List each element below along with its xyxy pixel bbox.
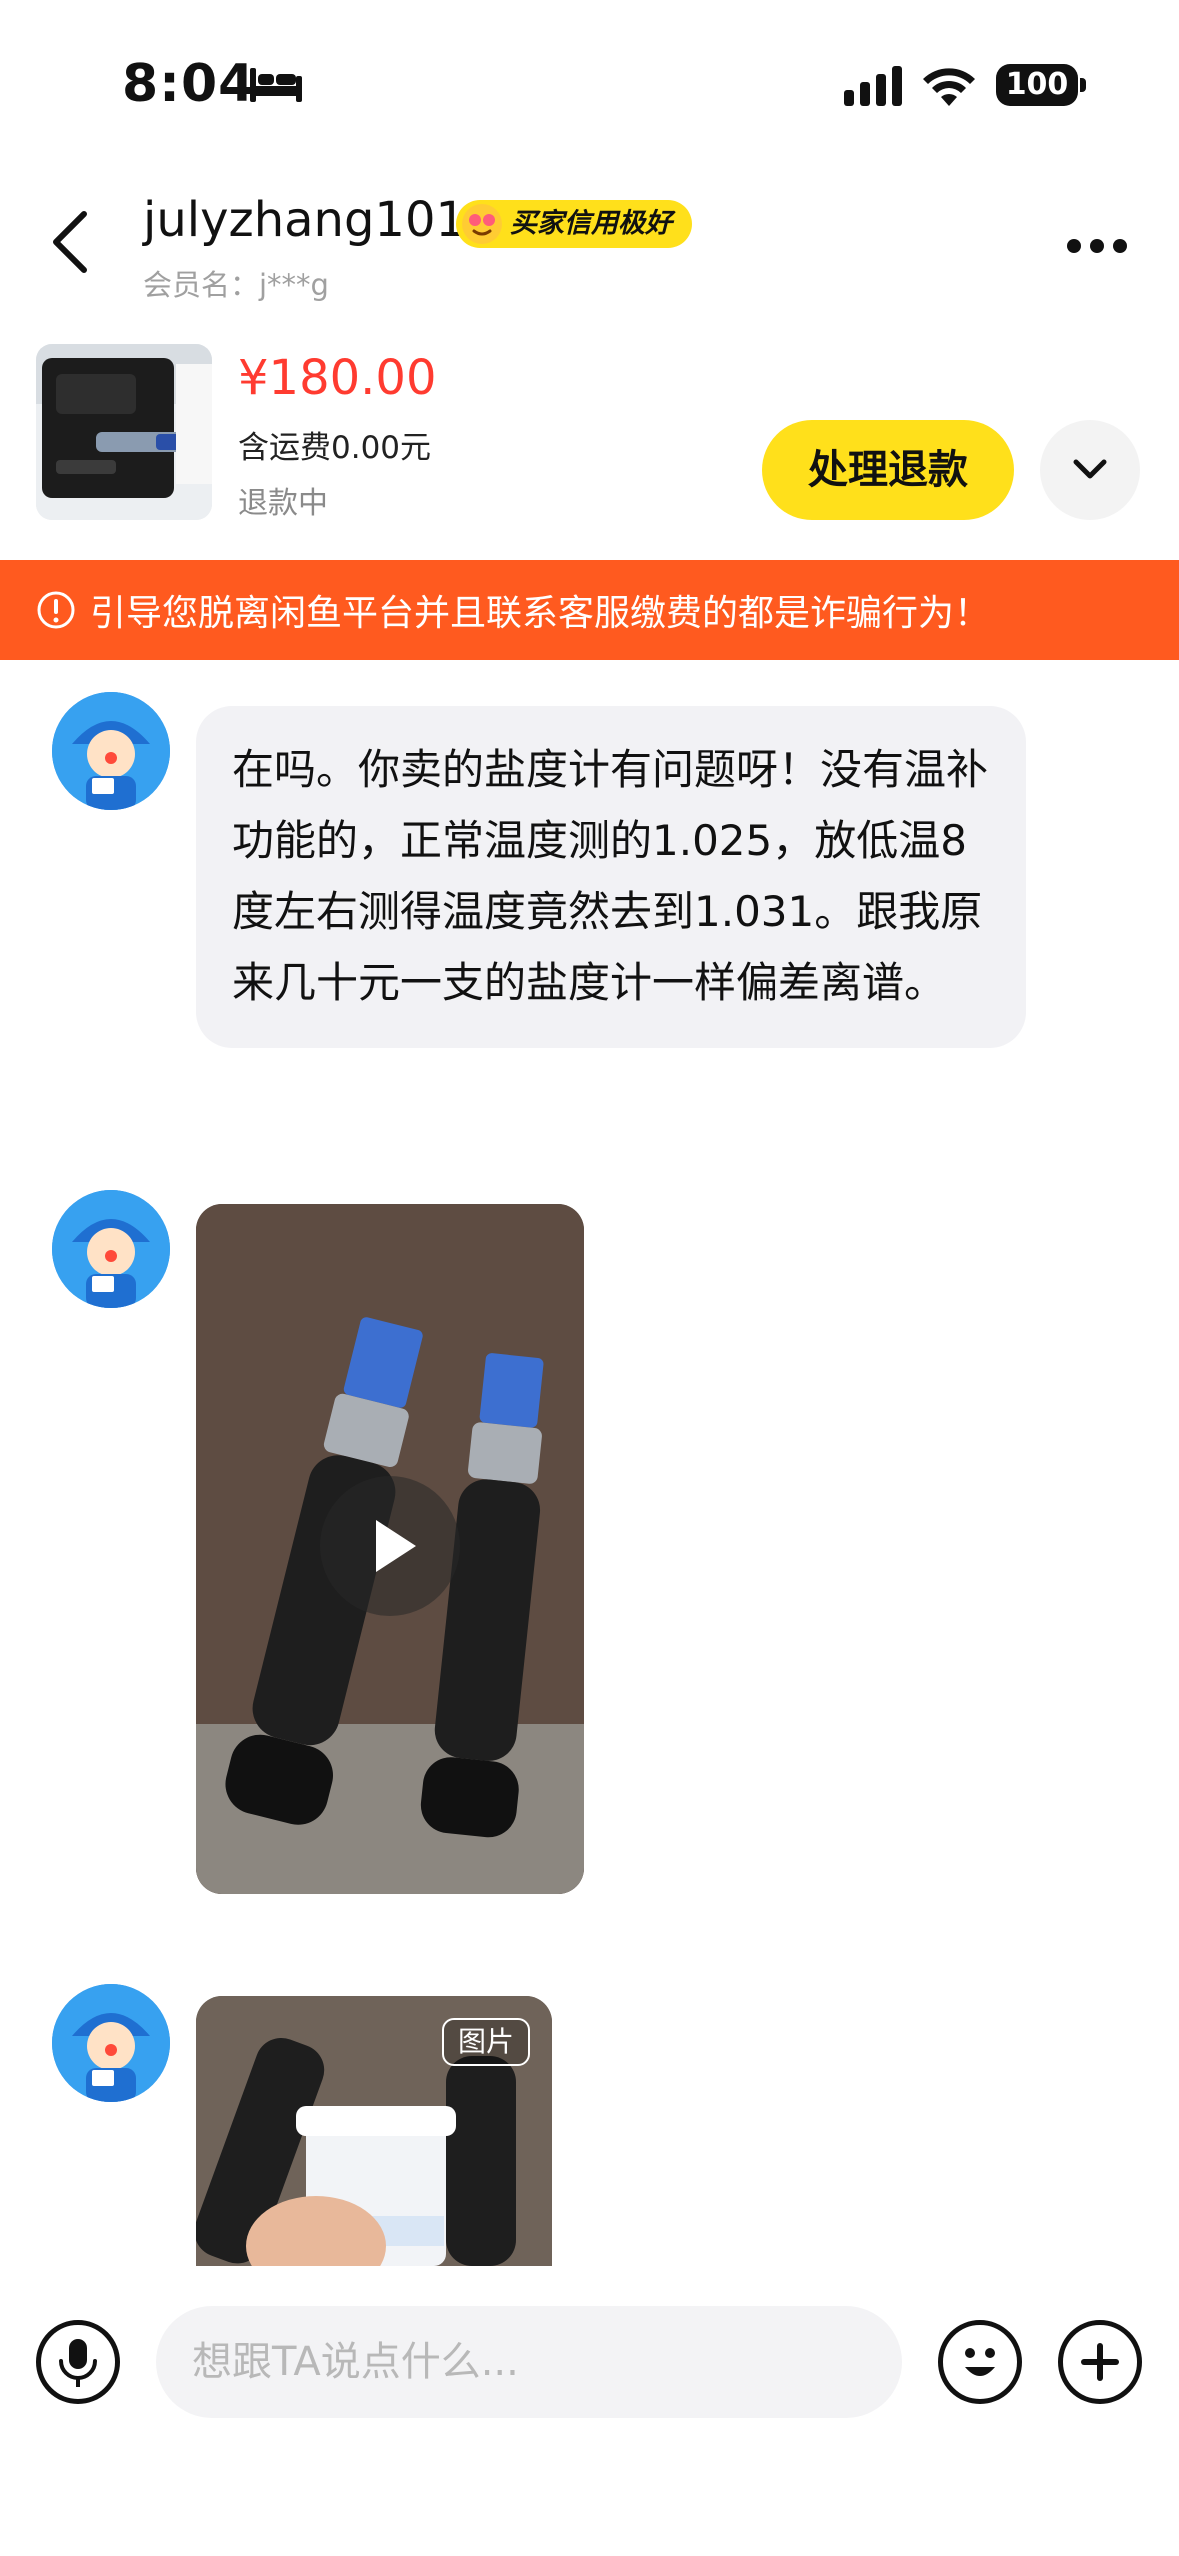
product-thumbnail-image (36, 344, 212, 520)
product-price: ¥180.00 (238, 350, 437, 406)
voice-input-button[interactable] (36, 2320, 120, 2404)
image-message[interactable]: 图片 (196, 1996, 552, 2266)
avatar-image (52, 1190, 170, 1308)
microphone-icon (59, 2339, 97, 2387)
user-name[interactable]: julyzhang101 (143, 192, 466, 248)
avatar-image (52, 692, 170, 810)
message-bubble[interactable]: 在吗。你卖的盐度计有问题呀！没有温补功能的，正常温度测的1.025，放低温8度左… (196, 706, 1026, 1048)
product-card[interactable]: ¥180.00 含运费0.00元 退款中 处理退款 (0, 330, 1179, 530)
avatar-image (52, 1984, 170, 2102)
status-time: 8:04 (122, 54, 256, 114)
emoji-button[interactable] (938, 2320, 1022, 2404)
sender-avatar[interactable] (52, 1190, 170, 1308)
status-bar: 8:04 100 (0, 0, 1179, 150)
plus-icon (1081, 2343, 1119, 2381)
cool-face-icon (462, 204, 502, 244)
expand-order-button[interactable] (1040, 420, 1140, 520)
battery-tip (1080, 78, 1086, 92)
sleep-focus-icon (250, 68, 302, 102)
chat-input-bar (0, 2270, 1179, 2556)
chat-header: julyzhang101 买家信用极好 会员名：j***g (0, 150, 1179, 330)
sender-avatar[interactable] (52, 1984, 170, 2102)
image-tag: 图片 (442, 2018, 531, 2066)
emoji-icon (965, 2348, 995, 2376)
order-status: 退款中 (238, 486, 328, 521)
warning-icon (37, 591, 75, 629)
product-shipping: 含运费0.00元 (238, 430, 432, 466)
process-refund-button[interactable]: 处理退款 (762, 420, 1014, 520)
battery-indicator: 100 (996, 64, 1078, 106)
video-message[interactable] (196, 1204, 584, 1894)
chevron-down-icon (1073, 459, 1107, 479)
play-icon (376, 1520, 416, 1572)
message-input[interactable] (156, 2306, 902, 2418)
member-name: 会员名：j***g (143, 268, 329, 302)
sender-avatar[interactable] (52, 692, 170, 810)
more-actions-button[interactable] (1058, 2320, 1142, 2404)
cellular-signal-icon (844, 66, 902, 106)
warning-text: 引导您脱离闲鱼平台并且联系客服缴费的都是诈骗行为！ (90, 593, 991, 634)
play-button[interactable] (320, 1476, 460, 1616)
product-thumbnail[interactable] (36, 344, 212, 520)
back-arrow-icon[interactable] (50, 210, 90, 274)
more-options-icon[interactable] (1066, 238, 1128, 254)
fraud-warning-banner: 引导您脱离闲鱼平台并且联系客服缴费的都是诈骗行为！ (0, 560, 1179, 660)
wifi-icon (923, 68, 975, 106)
credit-badge-label: 买家信用极好 (510, 208, 672, 239)
credit-badge: 买家信用极好 (456, 200, 692, 248)
